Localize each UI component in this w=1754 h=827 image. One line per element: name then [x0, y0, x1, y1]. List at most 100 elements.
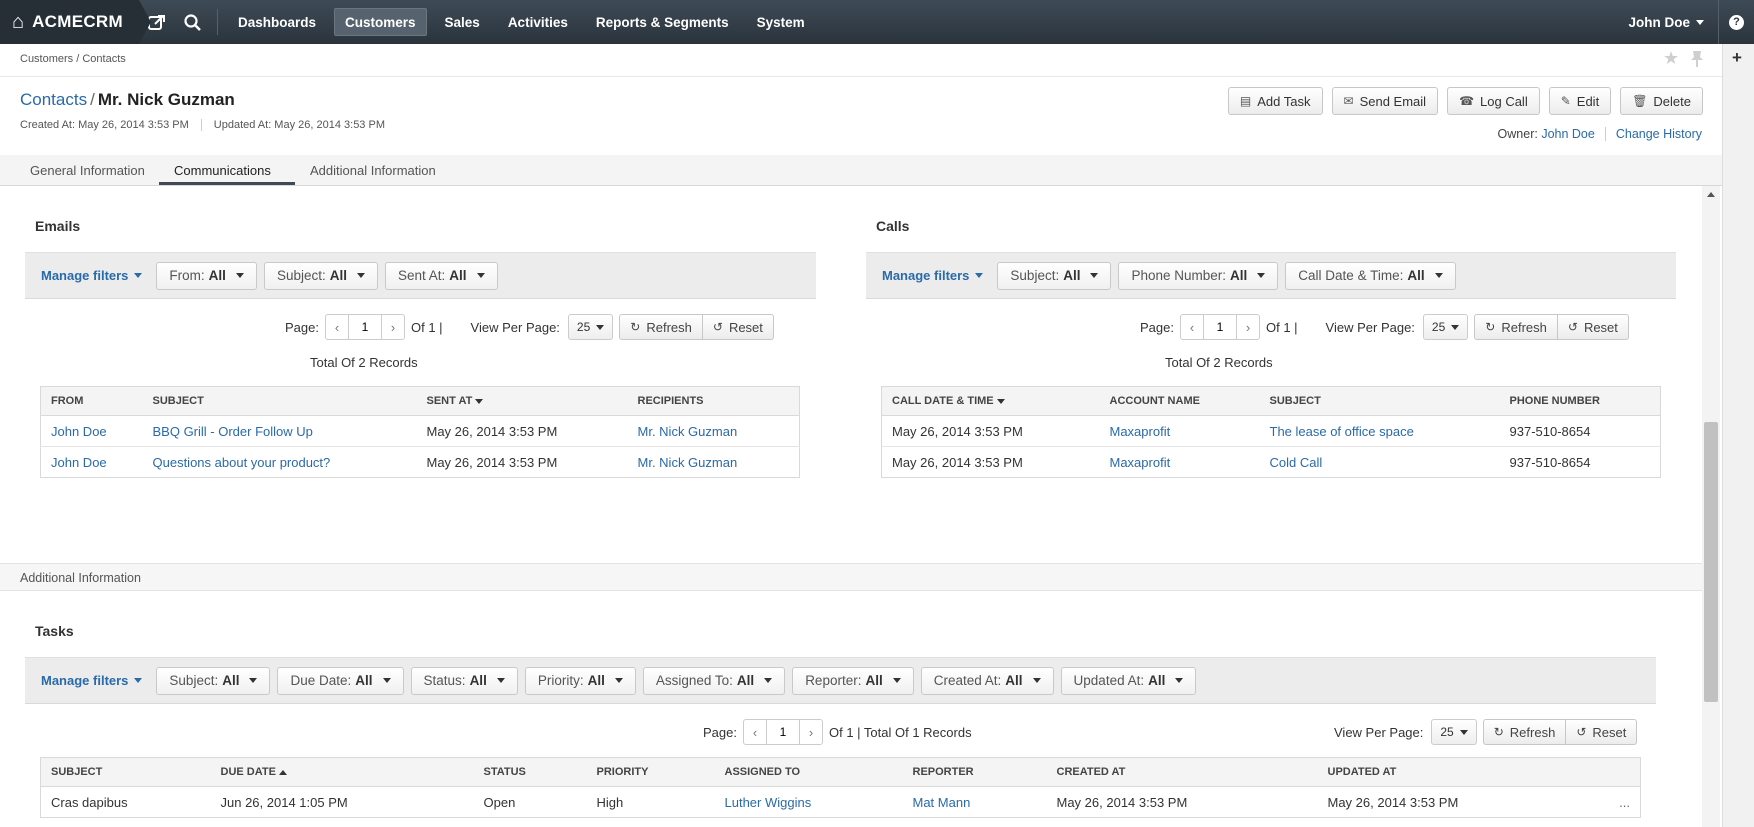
- send-email-button[interactable]: ✉ Send Email: [1331, 87, 1439, 115]
- col-due-date[interactable]: Due Date: [210, 757, 474, 787]
- per-page-select[interactable]: 25: [1422, 314, 1469, 340]
- calls-manage-filters[interactable]: Manage filters: [882, 268, 984, 283]
- filter-from[interactable]: From: All: [156, 261, 257, 290]
- refresh-button[interactable]: ↻ Refresh: [619, 314, 703, 340]
- tab-additional-information[interactable]: Additional Information: [310, 163, 436, 178]
- recipient-link[interactable]: Mr. Nick Guzman: [638, 455, 738, 470]
- help-icon[interactable]: ?: [1718, 0, 1754, 44]
- col-recipients[interactable]: Recipients: [627, 386, 800, 416]
- filter-call-date-time[interactable]: Call Date & Time: All: [1285, 261, 1456, 290]
- reporter-link[interactable]: Mat Mann: [913, 795, 971, 810]
- owner-link[interactable]: John Doe: [1541, 127, 1595, 141]
- page-input[interactable]: [765, 720, 800, 744]
- page-input[interactable]: [1202, 315, 1237, 339]
- filter-sent-at[interactable]: Sent At: All: [384, 261, 498, 290]
- filter-assigned-to[interactable]: Assigned To: All: [642, 666, 786, 695]
- filter-updated-at[interactable]: Updated At: All: [1060, 666, 1197, 695]
- tab-general-information[interactable]: General Information: [30, 163, 145, 178]
- next-page-icon[interactable]: ›: [382, 320, 404, 335]
- reset-button[interactable]: ↺ Reset: [1557, 314, 1629, 340]
- subject-link[interactable]: Cold Call: [1270, 455, 1323, 470]
- edit-button[interactable]: ✎ Edit: [1548, 87, 1612, 115]
- refresh-button[interactable]: ↻ Refresh: [1482, 719, 1567, 745]
- subject-link[interactable]: Questions about your product?: [153, 455, 331, 470]
- scrollbar-thumb[interactable]: [1704, 422, 1718, 702]
- add-task-button[interactable]: ▤ Add Task: [1227, 87, 1323, 115]
- col-status[interactable]: Status: [473, 757, 587, 787]
- nav-sales[interactable]: Sales: [435, 8, 490, 36]
- table-row[interactable]: May 26, 2014 3:53 PM Maxaprofit Cold Cal…: [882, 447, 1661, 478]
- filter-value: All: [469, 673, 487, 688]
- filter-created-at[interactable]: Created At: All: [920, 666, 1054, 695]
- plus-icon[interactable]: +: [1732, 48, 1742, 68]
- col-created-at[interactable]: Created At: [1046, 757, 1318, 787]
- next-page-icon[interactable]: ›: [800, 725, 822, 740]
- change-history-link[interactable]: Change History: [1616, 127, 1702, 141]
- pin-icon[interactable]: [1690, 48, 1704, 73]
- delete-button[interactable]: 🗑 Delete: [1620, 87, 1703, 115]
- assigned-to-link[interactable]: Luther Wiggins: [725, 795, 812, 810]
- tasks-manage-filters[interactable]: Manage filters: [41, 673, 143, 688]
- filter-subject[interactable]: Subject: All: [156, 666, 271, 695]
- filter-priority[interactable]: Priority: All: [524, 666, 636, 695]
- col-subject[interactable]: Subject: [142, 386, 417, 416]
- table-row[interactable]: John Doe BBQ Grill - Order Follow Up May…: [40, 415, 800, 447]
- prev-page-icon[interactable]: ‹: [326, 320, 348, 335]
- table-row[interactable]: May 26, 2014 3:53 PM Maxaprofit The leas…: [881, 415, 1661, 447]
- subject-link[interactable]: BBQ Grill - Order Follow Up: [153, 424, 313, 439]
- account-link[interactable]: Maxaprofit: [1110, 455, 1171, 470]
- nav-customers[interactable]: Customers: [334, 8, 427, 36]
- from-link[interactable]: John Doe: [51, 455, 107, 470]
- chevron-down-icon: [1032, 678, 1041, 683]
- col-phone-number[interactable]: Phone Number: [1499, 386, 1661, 416]
- col-sent-at[interactable]: Sent At: [416, 386, 628, 416]
- page-input[interactable]: [347, 315, 382, 339]
- reset-label: Reset: [1592, 724, 1627, 740]
- scrollbar[interactable]: [1702, 186, 1720, 827]
- brand-logo[interactable]: ⌂ ACMECRM: [0, 0, 151, 44]
- filter-subject[interactable]: Subject: All: [263, 261, 378, 290]
- nav-system[interactable]: System: [747, 8, 815, 36]
- filter-status[interactable]: Status: All: [410, 666, 518, 695]
- subject-link[interactable]: The lease of office space: [1270, 424, 1414, 439]
- filter-due-date[interactable]: Due Date: All: [277, 666, 404, 695]
- filter-subject[interactable]: Subject: All: [997, 261, 1112, 290]
- contacts-link[interactable]: Contacts: [20, 90, 87, 109]
- col-assigned-to[interactable]: Assigned To: [714, 757, 903, 787]
- col-updated-at[interactable]: Updated At: [1317, 757, 1641, 787]
- col-subject[interactable]: Subject: [1259, 386, 1500, 416]
- col-subject[interactable]: Subject: [40, 757, 211, 787]
- log-call-button[interactable]: ☎ Log Call: [1447, 87, 1540, 115]
- nav-reports-segments[interactable]: Reports & Segments: [586, 8, 739, 36]
- col-call-date-time[interactable]: Call Date & Time: [881, 386, 1100, 416]
- tab-communications[interactable]: Communications: [174, 163, 271, 178]
- per-page-select[interactable]: 25: [567, 314, 614, 340]
- refresh-button[interactable]: ↻ Refresh: [1474, 314, 1558, 340]
- emails-manage-filters[interactable]: Manage filters: [41, 268, 143, 283]
- nav-activities[interactable]: Activities: [498, 8, 578, 36]
- table-row[interactable]: John Doe Questions about your product? M…: [41, 447, 800, 478]
- table-row[interactable]: Cras dapibus Jun 26, 2014 1:05 PM Open H…: [41, 787, 1641, 818]
- more-icon[interactable]: ...: [1619, 795, 1630, 810]
- search-icon[interactable]: [175, 0, 211, 44]
- col-reporter[interactable]: Reporter: [902, 757, 1047, 787]
- star-icon[interactable]: ★: [1663, 48, 1679, 69]
- scroll-up-icon[interactable]: [1707, 192, 1715, 197]
- reset-button[interactable]: ↺ Reset: [702, 314, 774, 340]
- filter-phone-number[interactable]: Phone Number: All: [1118, 261, 1279, 290]
- filter-reporter[interactable]: Reporter: All: [792, 666, 914, 695]
- col-from[interactable]: From: [40, 386, 143, 416]
- prev-page-icon[interactable]: ‹: [744, 725, 766, 740]
- filter-value: All: [449, 268, 467, 283]
- next-page-icon[interactable]: ›: [1237, 320, 1259, 335]
- col-priority[interactable]: Priority: [586, 757, 715, 787]
- col-account-name[interactable]: Account Name: [1099, 386, 1260, 416]
- user-menu[interactable]: John Doe: [1614, 15, 1718, 30]
- reset-button[interactable]: ↺ Reset: [1566, 719, 1638, 745]
- prev-page-icon[interactable]: ‹: [1181, 320, 1203, 335]
- account-link[interactable]: Maxaprofit: [1110, 424, 1171, 439]
- nav-dashboards[interactable]: Dashboards: [228, 8, 326, 36]
- from-link[interactable]: John Doe: [51, 424, 107, 439]
- per-page-select[interactable]: 25: [1431, 719, 1477, 745]
- recipient-link[interactable]: Mr. Nick Guzman: [638, 424, 738, 439]
